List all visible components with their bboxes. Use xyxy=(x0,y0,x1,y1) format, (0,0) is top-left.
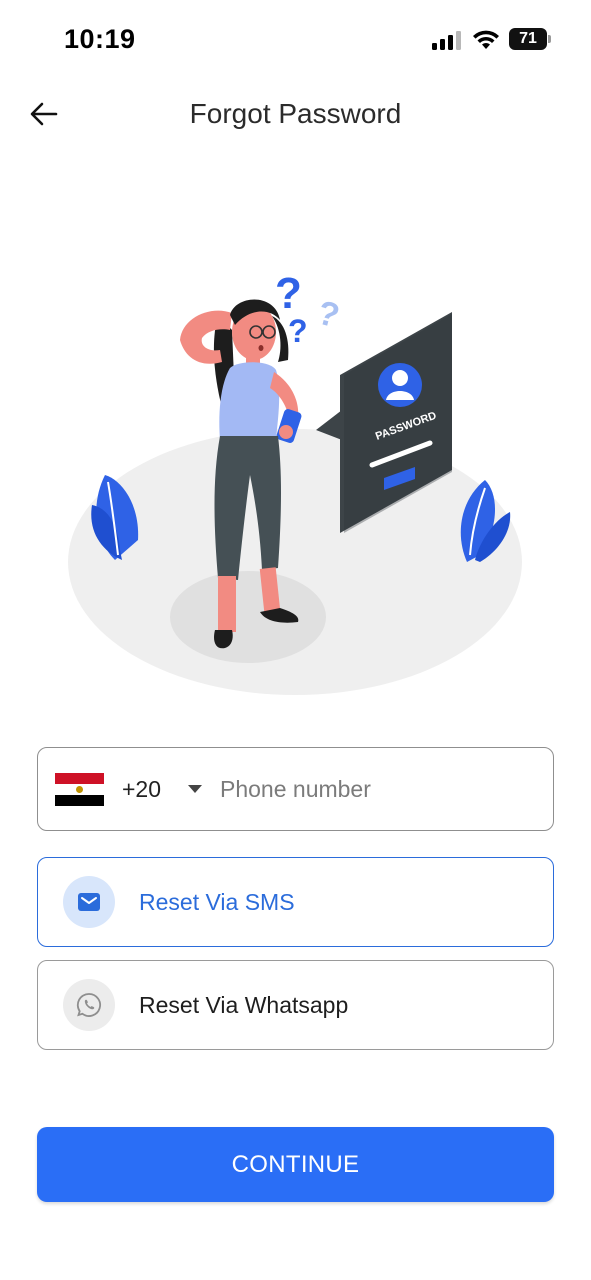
egypt-flag-icon[interactable] xyxy=(55,772,104,806)
chevron-down-icon[interactable] xyxy=(188,785,202,793)
wifi-icon xyxy=(473,30,499,49)
whatsapp-icon xyxy=(63,979,115,1031)
reset-via-whatsapp-label: Reset Via Whatsapp xyxy=(139,991,349,1018)
svg-text:?: ? xyxy=(313,294,343,336)
reset-via-sms-label: Reset Via SMS xyxy=(139,888,295,915)
battery-level: 71 xyxy=(509,28,547,50)
country-code[interactable]: +20 xyxy=(122,776,174,803)
status-bar: 10:19 71 xyxy=(0,0,591,80)
reset-via-whatsapp-option[interactable]: Reset Via Whatsapp xyxy=(37,960,554,1050)
page-title: Forgot Password xyxy=(189,98,402,129)
reset-via-sms-option[interactable]: Reset Via SMS xyxy=(37,857,554,947)
cellular-signal-icon xyxy=(432,31,461,50)
app-header: Forgot Password xyxy=(0,80,591,150)
phone-number-field[interactable]: +20 xyxy=(37,747,554,831)
svg-text:?: ? xyxy=(288,313,308,349)
status-time: 10:19 xyxy=(64,24,136,54)
continue-button[interactable]: CONTINUE xyxy=(37,1127,554,1202)
svg-text:?: ? xyxy=(275,269,302,318)
envelope-icon xyxy=(63,876,115,928)
phone-number-input[interactable] xyxy=(220,775,520,803)
forgot-password-illustration: PASSWORD ? ? ? xyxy=(68,269,522,695)
battery-icon: 71 xyxy=(509,28,551,50)
